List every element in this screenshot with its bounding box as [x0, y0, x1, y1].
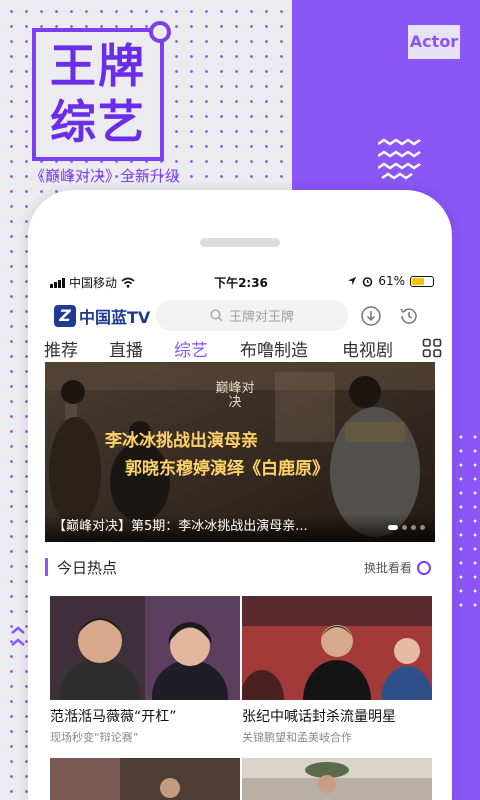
search-placeholder: 王牌对王牌 [228, 310, 294, 325]
banner-show-logo: 巅峰对决 [215, 381, 255, 410]
search-input[interactable]: 王牌对王牌 [156, 300, 348, 331]
search-icon [210, 309, 223, 322]
tab-bulu-made[interactable]: 布噜制造 [240, 336, 308, 361]
status-bar: 中国移动 下午2:36 61% [46, 272, 438, 292]
refresh-batch-label: 换批看看 [363, 561, 412, 575]
app-logo-text: 中国蓝TV [79, 308, 151, 327]
banner-caption: 【巅峰对决】第5期：李冰冰挑战出演母亲... [53, 519, 308, 534]
app-bar: Z 中国蓝TV 王牌对王牌 [28, 298, 452, 334]
app-logo[interactable]: Z 中国蓝TV [54, 304, 150, 328]
promo-logo-line-2: 综艺 [50, 95, 146, 149]
alarm-icon [363, 276, 373, 287]
section-header: 今日热点 换批看看 [45, 556, 435, 580]
grid-icon[interactable] [422, 338, 442, 358]
tab-live[interactable]: 直播 [109, 336, 143, 361]
promo-logo-line-1: 王牌 [50, 39, 146, 93]
hot-card-3-thumbnail[interactable] [50, 758, 240, 800]
refresh-batch-button[interactable]: 换批看看 [364, 559, 431, 576]
card-title: 范湉湉马薇薇“开杠” [50, 709, 177, 725]
phone-frame: 中国移动 下午2:36 61% Z 中国蓝TV 王牌对王牌 推荐 直播 综艺 布… [28, 190, 452, 800]
battery-percent: 61% [378, 274, 405, 288]
refresh-icon [417, 560, 431, 575]
history-icon[interactable] [398, 305, 420, 327]
promo-logo: 王牌 综艺 [32, 28, 164, 161]
tab-tv-series[interactable]: 电视剧 [342, 336, 393, 361]
banner-pager [388, 525, 425, 530]
logo-dot [149, 21, 171, 43]
hot-card-1[interactable]: 范湉湉马薇薇“开杠” 现场秒变“辩论赛” [50, 596, 240, 745]
card-title: 张纪中喊话封杀流量明星 [242, 709, 396, 725]
clock: 下午2:36 [214, 276, 268, 290]
download-icon[interactable] [360, 305, 382, 327]
category-tabs: 推荐 直播 综艺 布噜制造 电视剧 [44, 336, 444, 364]
card-thumbnail [242, 596, 432, 700]
location-icon [348, 277, 357, 285]
actor-badge: Actor [408, 25, 460, 59]
card-thumbnail [50, 596, 240, 700]
zigzag-decoration-left [11, 626, 25, 646]
promo-slogan: 《巅峰对决》全新升级 [30, 167, 181, 185]
phone-speaker [200, 238, 280, 247]
card-subtitle: 现场秒变“辩论赛” [50, 731, 139, 744]
battery-icon [410, 275, 434, 287]
card-subtitle: 关锦鹏望和孟美岐合作 [242, 731, 352, 744]
banner-headline-1: 李冰冰挑战出演母亲 [105, 431, 258, 451]
tab-variety[interactable]: 综艺 [174, 336, 208, 361]
section-accent-bar [45, 558, 48, 576]
hot-card-4-thumbnail[interactable] [242, 758, 432, 800]
hot-card-2[interactable]: 张纪中喊话封杀流量明星 关锦鹏望和孟美岐合作 [242, 596, 432, 745]
hero-banner[interactable]: 巅峰对决 李冰冰挑战出演母亲 郭晓东穆婷演绎《白鹿原》 【巅峰对决】第5期：李冰… [45, 362, 435, 542]
carrier-label: 中国移动 [69, 276, 118, 290]
signal-icon [50, 277, 65, 288]
section-title: 今日热点 [57, 559, 118, 577]
wifi-icon [121, 277, 135, 288]
zigzag-decoration [378, 138, 421, 180]
app-logo-mark: Z [54, 305, 76, 327]
banner-headline-2: 郭晓东穆婷演绎《白鹿原》 [125, 459, 329, 479]
battery-fill [412, 277, 425, 285]
tab-recommend[interactable]: 推荐 [44, 336, 78, 361]
